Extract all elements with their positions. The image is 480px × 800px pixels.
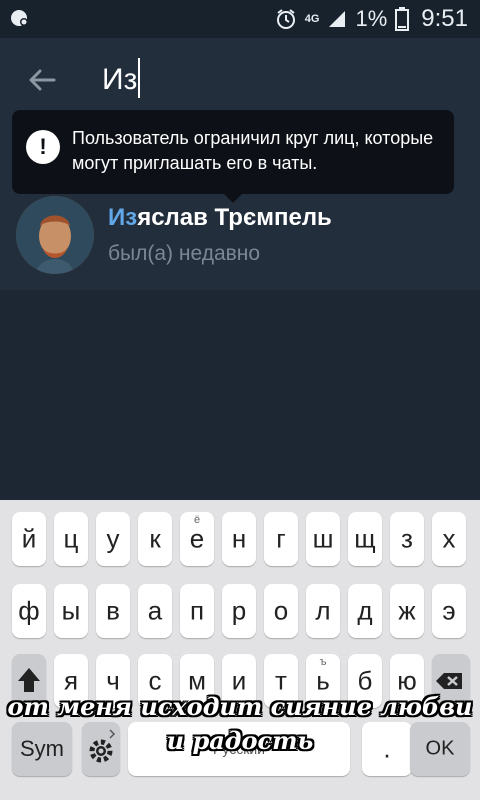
key-label: а (147, 595, 163, 626)
search-input[interactable] (102, 60, 442, 100)
letter-key[interactable]: ы (54, 584, 88, 638)
letter-key[interactable]: у (96, 512, 130, 566)
letter-key[interactable]: э (432, 584, 466, 638)
contact-last-seen: был(а) недавно (108, 242, 261, 265)
letter-key[interactable]: о (264, 584, 298, 638)
restriction-tooltip: ! Пользователь ограничил круг лиц, котор… (12, 110, 454, 203)
letter-key[interactable]: ш (306, 512, 340, 566)
key-label: л (315, 595, 331, 626)
key-label: ш (312, 523, 334, 554)
letter-key[interactable]: в (96, 584, 130, 638)
key-label: щ (354, 523, 376, 554)
status-bar: 4G 1% 9:51 (0, 0, 480, 38)
key-label: ц (63, 523, 79, 554)
key-label: з (401, 523, 413, 554)
exclamation-icon: ! (26, 130, 60, 164)
letter-key[interactable]: щ (348, 512, 382, 566)
letter-key[interactable]: з (390, 512, 424, 566)
letter-key[interactable]: к (138, 512, 172, 566)
key-label: й (21, 523, 37, 554)
letter-key[interactable]: ж (390, 584, 424, 638)
key-label: у (106, 523, 120, 554)
name-match-highlight: Из (108, 204, 138, 231)
key-label: н (231, 523, 247, 554)
battery-icon (395, 7, 410, 31)
back-arrow-icon[interactable] (20, 58, 64, 102)
key-label: д (357, 595, 373, 626)
notification-icon (11, 10, 28, 26)
letter-key[interactable]: ц (54, 512, 88, 566)
tooltip-text: Пользователь ограничил круг лиц, которые… (72, 128, 434, 173)
clock: 9:51 (421, 5, 468, 32)
key-label: е (189, 523, 205, 554)
key-label: п (189, 595, 205, 626)
alarm-icon (276, 9, 295, 29)
key-label: ж (398, 595, 416, 626)
key-label: э (442, 595, 456, 626)
key-label: к (149, 523, 161, 554)
letter-key[interactable]: л (306, 584, 340, 638)
key-label: р (231, 595, 247, 626)
name-rest: яслав Трємпель (137, 204, 332, 231)
letter-key[interactable]: й (12, 512, 46, 566)
avatar (16, 196, 94, 274)
text-cursor (138, 58, 140, 98)
network-type: 4G (304, 12, 320, 25)
overlay-caption: от меня исходит сияние любви и радость (7, 692, 473, 755)
contact-name: Изяслав Трємпель (108, 204, 332, 232)
letter-key[interactable]: ёе (180, 512, 214, 566)
letter-key[interactable]: ф (12, 584, 46, 638)
key-label: г (276, 523, 286, 554)
portrait-image (16, 196, 94, 274)
letter-key[interactable]: г (264, 512, 298, 566)
battery-percent: 1% (355, 6, 388, 31)
letter-key[interactable]: р (222, 584, 256, 638)
tooltip-arrow (223, 193, 243, 203)
letter-key[interactable]: п (180, 584, 214, 638)
key-label: ы (61, 595, 81, 626)
key-label: о (273, 595, 289, 626)
letter-key[interactable]: а (138, 584, 172, 638)
search-app-bar (0, 38, 480, 120)
letter-key[interactable]: д (348, 584, 382, 638)
letter-key[interactable]: н (222, 512, 256, 566)
signal-icon (329, 11, 346, 27)
letter-key[interactable]: х (432, 512, 466, 566)
key-label: в (106, 595, 120, 626)
key-label: х (442, 523, 456, 554)
key-label: ф (18, 595, 40, 626)
